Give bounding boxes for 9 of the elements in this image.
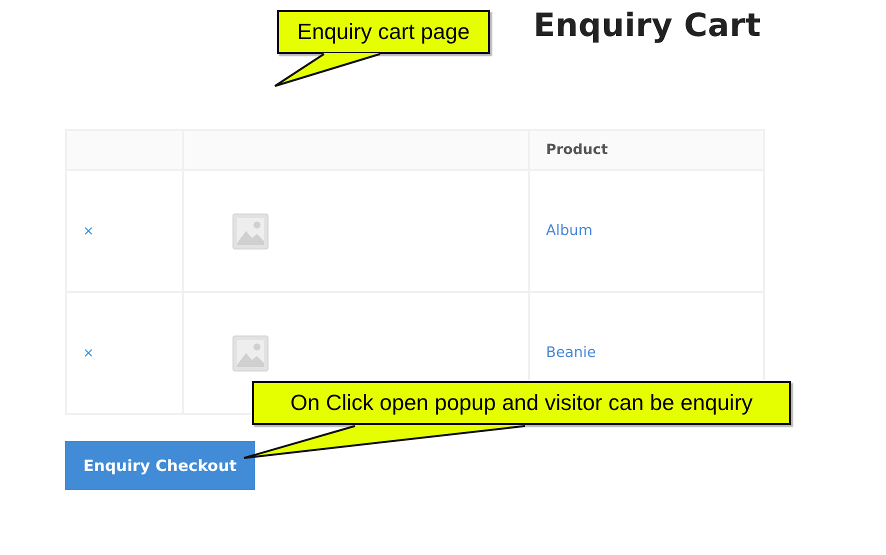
remove-link[interactable]: × (83, 224, 94, 239)
product-link[interactable]: Album (546, 223, 592, 239)
image-placeholder-icon (232, 212, 269, 250)
remove-link[interactable]: × (83, 346, 94, 361)
column-header: Product (546, 142, 608, 158)
image-placeholder-icon (232, 334, 269, 372)
product-link[interactable]: Beanie (546, 345, 596, 361)
enquiry-checkout-button[interactable]: Enquiry Checkout (65, 441, 255, 490)
page-title: Enquiry Cart (533, 6, 761, 44)
